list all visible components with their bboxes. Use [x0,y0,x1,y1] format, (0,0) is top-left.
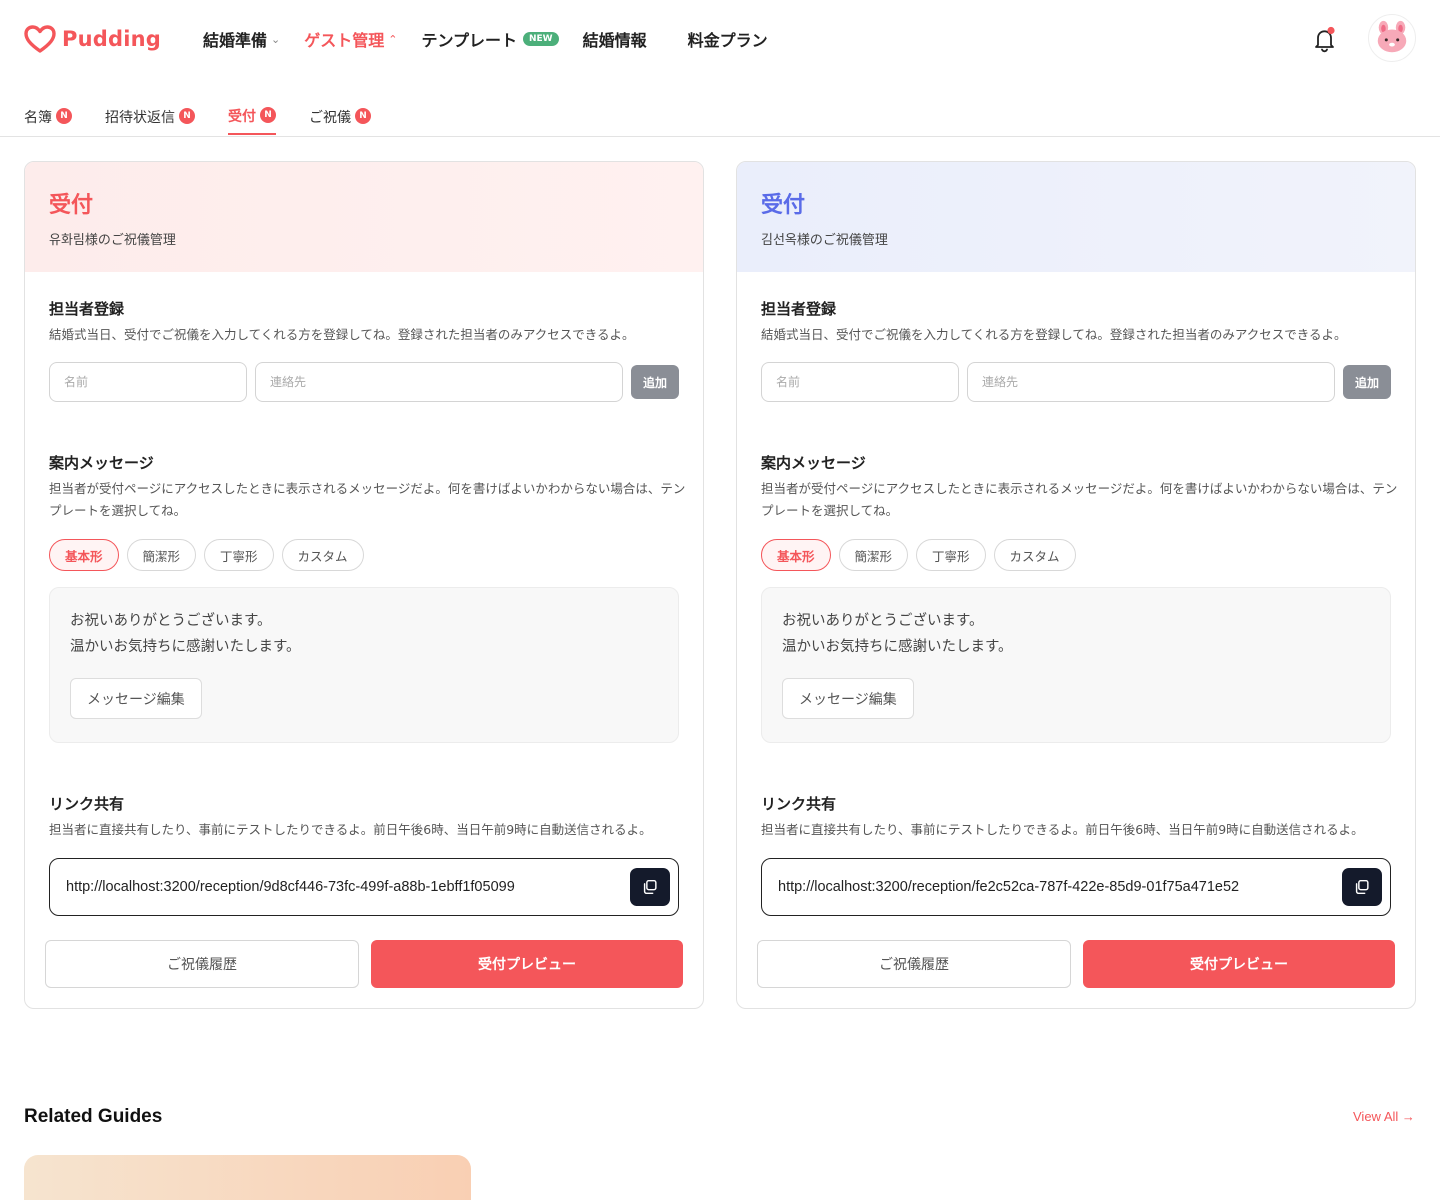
new-dot-badge: N [179,107,195,124]
chip-basic[interactable]: 基本形 [49,539,119,571]
reception-card-left: 受付 유화림様のご祝儀管理 担当者登録 結婚式当日、受付でご祝儀を入力してくれる… [24,161,704,1009]
chip-custom[interactable]: カスタム [993,539,1076,571]
top-header: Pudding 結婚準備 ⌄ ゲスト管理 ⌃ テンプレート NEW 結婚情報 料… [0,0,1440,78]
copy-link-button[interactable] [1342,868,1382,906]
staff-section-desc: 結婚式当日、受付でご祝儀を入力してくれる方を登録してね。登録された担当者のみアク… [49,327,635,342]
share-link-box: http://localhost:3200/reception/fe2c52ca… [761,858,1391,916]
message-line-2: 温かいお気持ちに感謝いたします。 [70,639,301,655]
edit-message-button[interactable]: メッセージ編集 [70,678,202,719]
chip-polite[interactable]: 丁寧形 [204,539,274,571]
message-section-title: 案内メッセージ [761,454,866,472]
new-dot-badge: N [355,107,371,124]
main-nav: 結婚準備 ⌄ ゲスト管理 ⌃ テンプレート NEW 結婚情報 料金プラン [203,27,792,51]
tab-reception[interactable]: 受付 N [228,98,276,135]
copy-icon [1355,879,1369,895]
notification-button[interactable] [1310,24,1340,54]
chip-basic[interactable]: 基本形 [761,539,831,571]
card-title: 受付 [49,193,94,218]
chip-concise[interactable]: 簡潔形 [838,539,909,571]
view-all-link[interactable]: View All → [1353,1109,1415,1124]
new-dot-badge: N [56,107,72,124]
staff-section-title: 担当者登録 [761,300,837,318]
staff-section-desc: 結婚式当日、受付でご祝儀を入力してくれる方を登録してね。登録された担当者のみアク… [761,327,1347,342]
bell-icon [1315,26,1335,53]
gift-history-button[interactable]: ご祝儀履歴 [757,940,1071,988]
card-title: 受付 [761,193,806,218]
avatar[interactable] [1368,14,1416,62]
chip-concise[interactable]: 簡潔形 [126,539,197,571]
reception-preview-button[interactable]: 受付プレビュー [371,940,683,988]
nav-pricing[interactable]: 料金プラン [688,27,768,51]
link-section-desc: 担当者に直接共有したり、事前にテストしたりできるよ。前日午後6時、当日午前9時に… [49,822,652,837]
share-link-url[interactable]: http://localhost:3200/reception/9d8cf446… [66,879,515,895]
reception-preview-button[interactable]: 受付プレビュー [1083,940,1395,988]
template-chips: 基本形 簡潔形 丁寧形 カスタム [761,539,1076,571]
template-chips: 基本形 簡潔形 丁寧形 カスタム [49,539,364,571]
staff-section-title: 担当者登録 [49,300,125,318]
tab-rsvp[interactable]: 招待状返信 N [105,98,195,135]
message-line-1: お祝いありがとうございます。 [782,613,984,629]
chip-custom[interactable]: カスタム [281,539,364,571]
logo[interactable]: Pudding [24,24,161,54]
message-line-2: 温かいお気持ちに感謝いたします。 [782,639,1013,655]
guide-card[interactable] [24,1155,471,1200]
card-subtitle: 유화림様のご祝儀管理 [49,233,176,248]
staff-name-input[interactable] [49,362,247,402]
message-section-desc: 担当者が受付ページにアクセスしたときに表示されるメッセージだよ。何を書けばよいか… [49,481,686,518]
link-section-title: リンク共有 [761,795,837,813]
message-preview-box: お祝いありがとうございます。 温かいお気持ちに感謝いたします。 メッセージ編集 [761,587,1391,743]
gift-history-button[interactable]: ご祝儀履歴 [45,940,359,988]
message-section-title: 案内メッセージ [49,454,154,472]
share-link-url[interactable]: http://localhost:3200/reception/fe2c52ca… [778,879,1239,895]
logo-text: Pudding [62,27,161,51]
new-dot-badge: N [260,106,276,123]
nav-guest-management[interactable]: ゲスト管理 ⌃ [304,27,397,51]
copy-icon [643,879,657,895]
card-header: 受付 김선옥様のご祝儀管理 [737,162,1415,272]
staff-contact-input[interactable] [967,362,1335,402]
message-line-1: お祝いありがとうございます。 [70,613,272,629]
link-section-desc: 担当者に直接共有したり、事前にテストしたりできるよ。前日午後6時、当日午前9時に… [761,822,1364,837]
nav-templates[interactable]: テンプレート NEW [421,27,559,51]
card-header: 受付 유화림様のご祝儀管理 [25,162,703,272]
add-staff-button[interactable]: 追加 [1343,365,1391,399]
nav-wedding-prep[interactable]: 結婚準備 ⌄ [203,27,280,51]
nav-wedding-info[interactable]: 結婚情報 [583,27,647,51]
tab-guest-list[interactable]: 名簿 N [24,98,72,135]
chip-polite[interactable]: 丁寧形 [916,539,986,571]
sub-tabs: 名簿 N 招待状返信 N 受付 N ご祝儀 N [0,78,1440,137]
bunny-avatar-icon [1377,20,1407,53]
staff-contact-input[interactable] [255,362,623,402]
link-section-title: リンク共有 [49,795,125,813]
share-link-box: http://localhost:3200/reception/9d8cf446… [49,858,679,916]
message-preview-box: お祝いありがとうございます。 温かいお気持ちに感謝いたします。 メッセージ編集 [49,587,679,743]
reception-card-right: 受付 김선옥様のご祝儀管理 担当者登録 結婚式当日、受付でご祝儀を入力してくれる… [736,161,1416,1009]
card-subtitle: 김선옥様のご祝儀管理 [761,233,888,248]
copy-link-button[interactable] [630,868,670,906]
tab-gift-money[interactable]: ご祝儀 N [309,98,371,135]
add-staff-button[interactable]: 追加 [631,365,679,399]
edit-message-button[interactable]: メッセージ編集 [782,678,914,719]
heart-logo-icon [24,25,56,53]
chevron-down-icon: ⌄ [271,32,281,46]
message-section-desc: 担当者が受付ページにアクセスしたときに表示されるメッセージだよ。何を書けばよいか… [761,481,1398,518]
related-guides-title: Related Guides [24,1106,163,1127]
staff-name-input[interactable] [761,362,959,402]
new-badge: NEW [523,32,559,46]
chevron-up-icon: ⌃ [388,32,398,46]
